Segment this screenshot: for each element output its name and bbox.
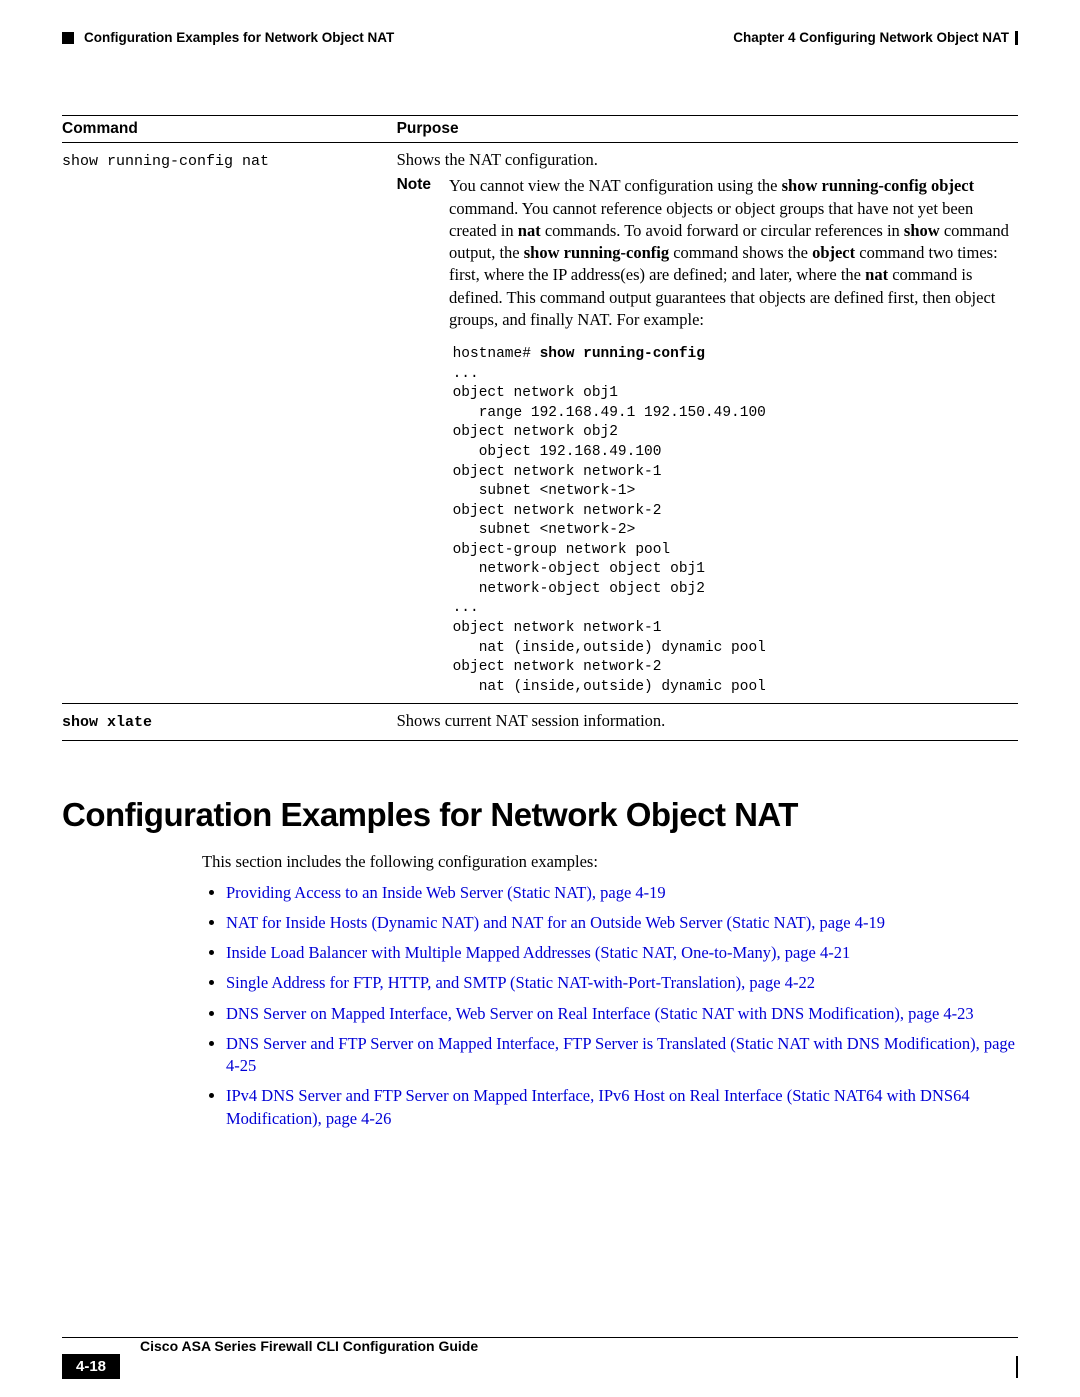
doc-link[interactable]: DNS Server on Mapped Interface, Web Serv…: [226, 1004, 974, 1023]
note-text: You cannot view the NAT configuration us…: [449, 175, 1012, 331]
header-bar-icon: [1015, 31, 1018, 45]
doc-link[interactable]: Providing Access to an Inside Web Server…: [226, 883, 666, 902]
footer-guide-name: Cisco ASA Series Firewall CLI Configurat…: [140, 1338, 478, 1354]
table-row: show running-config nat Shows the NAT co…: [62, 143, 1018, 704]
page-header: Configuration Examples for Network Objec…: [62, 30, 1018, 45]
list-item: Inside Load Balancer with Multiple Mappe…: [226, 942, 1018, 964]
list-item: Single Address for FTP, HTTP, and SMTP (…: [226, 972, 1018, 994]
command-table: Command Purpose show running-config nat …: [62, 115, 1018, 741]
section-intro: This section includes the following conf…: [202, 852, 1018, 872]
link-list: Providing Access to an Inside Web Server…: [202, 882, 1018, 1130]
table-header-purpose: Purpose: [397, 116, 1018, 143]
doc-link[interactable]: IPv4 DNS Server and FTP Server on Mapped…: [226, 1086, 970, 1127]
list-item: NAT for Inside Hosts (Dynamic NAT) and N…: [226, 912, 1018, 934]
section-title: Configuration Examples for Network Objec…: [62, 796, 1018, 834]
list-item: DNS Server and FTP Server on Mapped Inte…: [226, 1033, 1018, 1078]
header-left: Configuration Examples for Network Objec…: [62, 30, 394, 45]
page-number-badge: 4-18: [62, 1354, 120, 1379]
table-row: show xlate Shows current NAT session inf…: [62, 704, 1018, 740]
code-example: hostname# show running-config ... object…: [453, 345, 1012, 697]
header-right-text: Chapter 4 Configuring Network Object NAT: [733, 30, 1009, 45]
note-block: Note You cannot view the NAT configurati…: [397, 175, 1012, 331]
doc-link[interactable]: Single Address for FTP, HTTP, and SMTP (…: [226, 973, 815, 992]
list-item: IPv4 DNS Server and FTP Server on Mapped…: [226, 1085, 1018, 1130]
header-left-text: Configuration Examples for Network Objec…: [84, 30, 394, 45]
table-header-command: Command: [62, 116, 397, 143]
list-item: DNS Server on Mapped Interface, Web Serv…: [226, 1003, 1018, 1025]
footer-bar-icon: [1016, 1356, 1018, 1378]
header-square-icon: [62, 32, 74, 44]
purpose-desc: Shows the NAT configuration.: [397, 149, 1012, 171]
page-footer: Cisco ASA Series Firewall CLI Configurat…: [62, 1337, 1018, 1379]
purpose-desc: Shows current NAT session information.: [397, 704, 1018, 740]
doc-link[interactable]: NAT for Inside Hosts (Dynamic NAT) and N…: [226, 913, 885, 932]
header-right: Chapter 4 Configuring Network Object NAT: [733, 30, 1018, 45]
note-label: Note: [397, 175, 431, 331]
doc-link[interactable]: Inside Load Balancer with Multiple Mappe…: [226, 943, 850, 962]
cmd-show-xlate: show xlate: [62, 714, 152, 731]
doc-link[interactable]: DNS Server and FTP Server on Mapped Inte…: [226, 1034, 1015, 1075]
cmd-show-running-config-nat: show running-config nat: [62, 153, 269, 170]
list-item: Providing Access to an Inside Web Server…: [226, 882, 1018, 904]
